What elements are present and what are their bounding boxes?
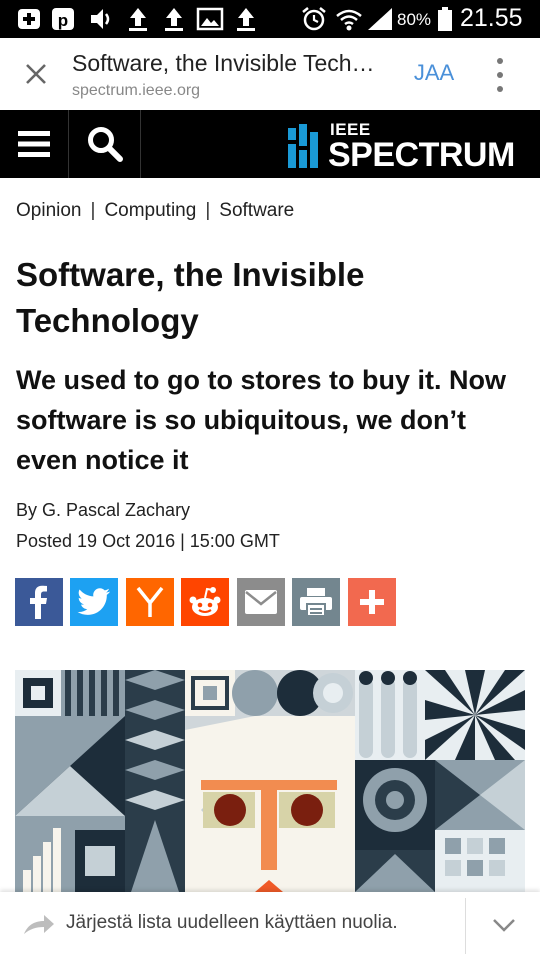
article-headline: Software, the Invisible Technology (16, 256, 365, 339)
y-combinator-icon (136, 586, 164, 617)
signal-icon (368, 8, 392, 30)
reddit-share-button[interactable] (181, 578, 229, 626)
site-header: IEEE SPECTRUM (0, 110, 540, 178)
breadcrumb-software[interactable]: Software (219, 200, 294, 221)
search-button[interactable] (70, 110, 141, 178)
logo-spectrum-text: SPECTRUM (328, 136, 515, 174)
reorder-hint-text: Järjestä lista uudelleen käyttäen nuolia… (66, 912, 398, 933)
hacker-news-share-button[interactable] (126, 578, 174, 626)
close-button[interactable] (16, 54, 56, 94)
email-share-button[interactable] (237, 578, 285, 626)
upload-icon (237, 8, 255, 31)
facebook-share-button[interactable] (15, 578, 63, 626)
alarm-icon (302, 7, 326, 31)
search-icon (88, 127, 123, 162)
twitter-share-button[interactable] (70, 578, 118, 626)
battery-icon (438, 7, 452, 31)
volume-icon (91, 9, 110, 29)
menu-dot-icon (497, 86, 503, 92)
wifi-icon (336, 9, 362, 31)
plus-icon (360, 590, 384, 614)
article-subhead: We used to go to stores to buy it. Now s… (16, 365, 507, 475)
ieee-spectrum-logo[interactable]: IEEE SPECTRUM (286, 118, 530, 174)
upload-icon (129, 8, 147, 31)
breadcrumb-opinion[interactable]: Opinion (16, 200, 82, 221)
reply-arrow-icon (24, 915, 54, 934)
envelope-icon (245, 590, 277, 614)
image-icon (196, 7, 224, 31)
more-share-button[interactable] (348, 578, 396, 626)
svg-text:p: p (58, 11, 68, 30)
printer-icon (300, 588, 332, 617)
breadcrumb: Opinion | Computing | Software (16, 200, 294, 222)
close-icon (26, 64, 46, 84)
chevron-down-icon[interactable] (490, 914, 518, 936)
status-bar: p 80% 21.55 (0, 0, 540, 38)
share-button[interactable]: JAA (400, 60, 468, 86)
hamburger-icon (18, 131, 50, 157)
divider (465, 898, 466, 954)
plus-box-icon (18, 9, 40, 29)
breadcrumb-separator: | (205, 200, 211, 221)
page-url: spectrum.ieee.org (72, 82, 201, 99)
menu-dot-icon (497, 72, 503, 78)
article-hero-image (15, 670, 525, 892)
ieee-logo-mark-icon (288, 124, 318, 168)
facebook-icon (30, 585, 47, 619)
menu-dot-icon (497, 58, 503, 64)
breadcrumb-computing[interactable]: Computing (104, 200, 196, 221)
menu-button[interactable] (0, 110, 69, 178)
print-button[interactable] (292, 578, 340, 626)
overflow-menu-button[interactable] (488, 58, 512, 92)
geometric-face-illustration (15, 670, 525, 892)
battery-percent: 80% (397, 10, 432, 29)
page-title: Software, the Invisible Tech… (72, 50, 375, 76)
upload-icon (165, 8, 183, 31)
article-date: Posted 19 Oct 2016 | 15:00 GMT (16, 531, 280, 551)
clock: 21.55 (460, 4, 523, 32)
breadcrumb-separator: | (90, 200, 96, 221)
article-byline: By G. Pascal Zachary (16, 500, 191, 520)
p-box-icon: p (52, 8, 74, 30)
reorder-hint-bar: Järjestä lista uudelleen käyttäen nuolia… (0, 892, 540, 960)
browser-toolbar: Software, the Invisible Tech… spectrum.i… (0, 38, 540, 111)
twitter-icon (77, 588, 111, 615)
reddit-icon (189, 587, 221, 616)
